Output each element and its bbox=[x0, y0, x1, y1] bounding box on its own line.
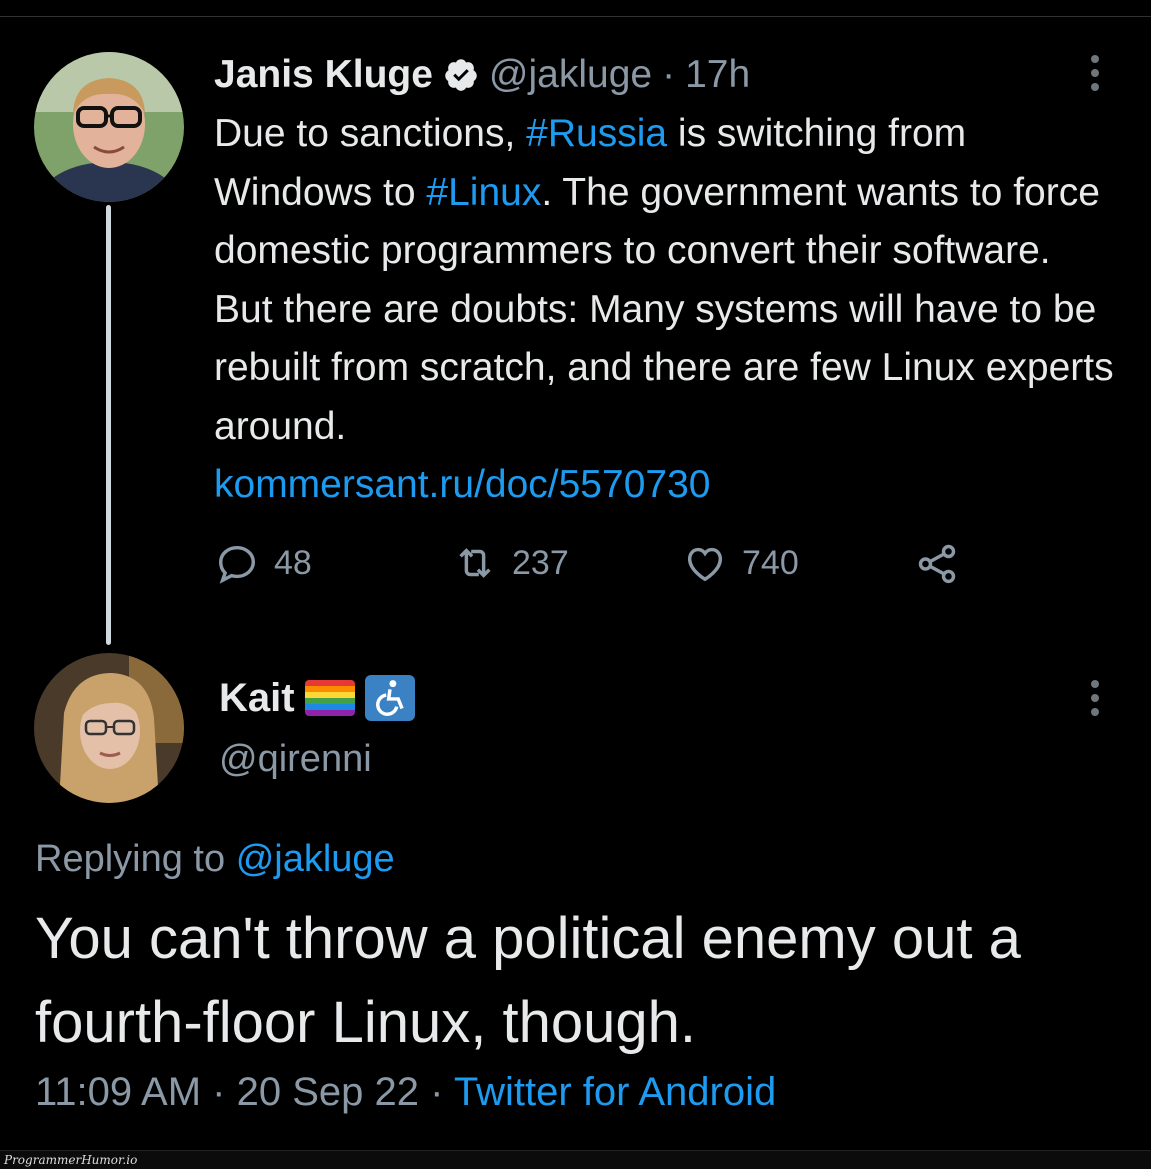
replying-to-handle[interactable]: @jakluge bbox=[236, 838, 395, 880]
rainbow-flag-icon bbox=[304, 680, 355, 716]
tweet2-handle[interactable]: @qirenni bbox=[219, 738, 372, 781]
wheelchair-icon bbox=[364, 675, 415, 721]
verified-badge-icon bbox=[445, 59, 477, 91]
hashtag-russia[interactable]: #Russia bbox=[526, 112, 667, 155]
avatar-photo-kait bbox=[34, 653, 184, 803]
like-count: 740 bbox=[742, 543, 799, 582]
tweet1-text: Due to sanctions, #Russia is switching f… bbox=[214, 105, 1114, 515]
tweet2-meta-sep2: · bbox=[430, 1070, 444, 1114]
tweet1-article-link[interactable]: kommersant.ru/doc/5570730 bbox=[214, 463, 710, 506]
retweet-button[interactable]: 237 bbox=[452, 540, 569, 586]
replying-to-line: Replying to @jakluge bbox=[35, 838, 395, 881]
replying-to-label: Replying to bbox=[35, 838, 226, 880]
watermark-text: ProgrammerHumor.io bbox=[4, 1153, 138, 1167]
tweet1-more-options-icon[interactable] bbox=[1090, 55, 1100, 91]
tweet2-date[interactable]: 20 Sep 22 bbox=[237, 1070, 419, 1114]
tweet2-more-options-icon[interactable] bbox=[1090, 680, 1100, 716]
tweet1-timestamp[interactable]: 17h bbox=[685, 52, 750, 98]
tweet2-meta-sep1: · bbox=[212, 1070, 226, 1114]
tweet2-author-name[interactable]: Kait bbox=[219, 676, 295, 721]
like-button[interactable]: 740 bbox=[682, 540, 799, 586]
avatar-janis-kluge[interactable] bbox=[34, 52, 184, 202]
reply-icon bbox=[218, 545, 256, 584]
tweet2-time[interactable]: 11:09 AM bbox=[35, 1070, 201, 1114]
tweet2-metadata: 11:09 AM · 20 Sep 22 · Twitter for Andro… bbox=[35, 1070, 776, 1115]
heart-icon bbox=[687, 547, 723, 582]
retweet-icon bbox=[459, 548, 491, 578]
thread-connector-line bbox=[106, 205, 111, 645]
tweet2-author: Kait bbox=[219, 675, 415, 721]
tweet2-text: You can't throw a political enemy out a … bbox=[35, 906, 1021, 1055]
avatar-kait[interactable] bbox=[34, 653, 184, 803]
share-button[interactable] bbox=[914, 540, 960, 586]
tweet1-handle[interactable]: @jakluge bbox=[489, 52, 652, 98]
tweet1-header: Janis Kluge @jakluge · 17h bbox=[214, 52, 750, 98]
tweet2-source[interactable]: Twitter for Android bbox=[454, 1070, 776, 1114]
retweet-count: 237 bbox=[512, 543, 569, 582]
watermark-bar: ProgrammerHumor.io bbox=[0, 1150, 1151, 1169]
avatar-photo-janis bbox=[34, 52, 184, 202]
tweet1-separator: · bbox=[662, 53, 676, 96]
reply-button[interactable]: 48 bbox=[214, 540, 312, 586]
share-icon bbox=[918, 544, 956, 584]
hashtag-linux[interactable]: #Linux bbox=[426, 171, 541, 214]
tweet1-author-name[interactable]: Janis Kluge bbox=[214, 52, 433, 98]
tweet1-text-part1: Due to sanctions, bbox=[214, 112, 527, 155]
top-divider bbox=[0, 16, 1151, 17]
reply-count: 48 bbox=[274, 543, 312, 582]
